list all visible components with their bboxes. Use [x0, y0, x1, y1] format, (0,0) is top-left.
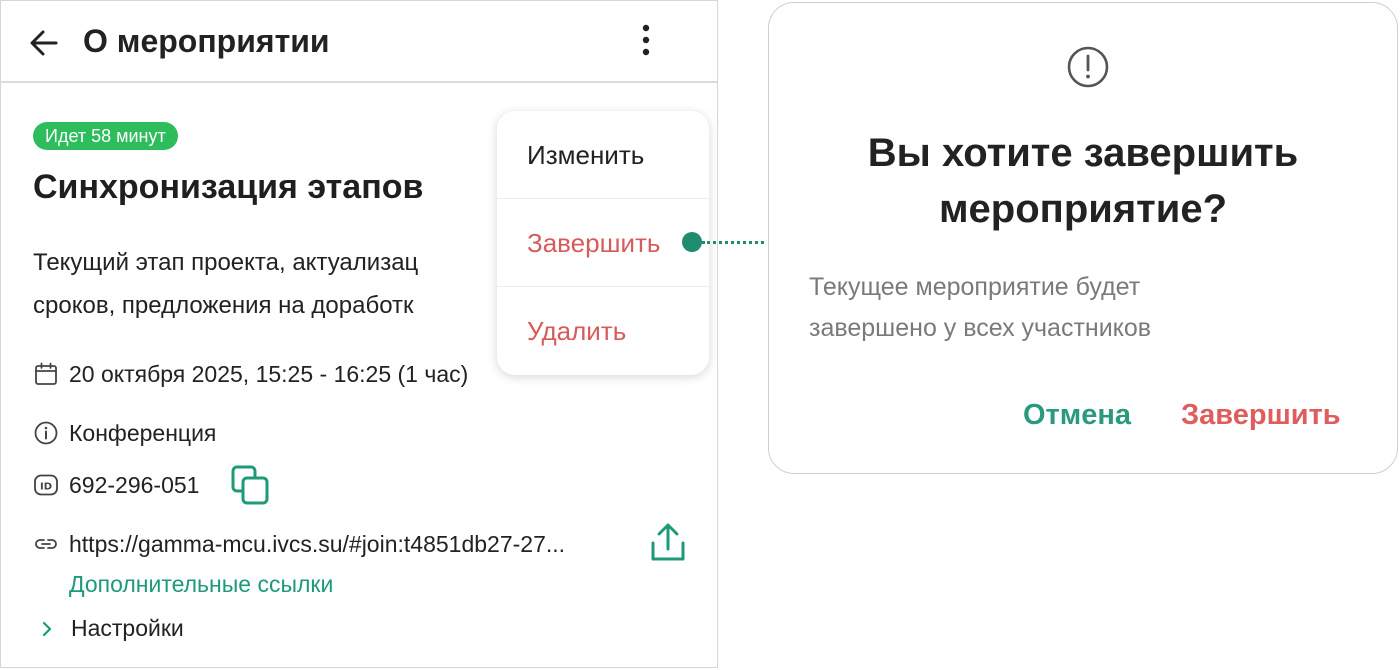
- alert-circle-icon: [1067, 46, 1109, 88]
- calendar-icon: [35, 362, 57, 385]
- dialog-message-line: Текущее мероприятие будет: [809, 273, 1141, 301]
- event-id-row: ID 692-296-051: [33, 469, 199, 501]
- menu-item-finish[interactable]: Завершить: [497, 199, 709, 287]
- context-menu: Изменить Завершить Удалить: [497, 111, 709, 375]
- more-vertical-icon: [642, 24, 650, 56]
- event-type-row: Конференция: [33, 417, 216, 449]
- svg-text:ID: ID: [40, 482, 52, 493]
- app-bar: О мероприятии: [1, 1, 717, 83]
- event-id: 692-296-051: [69, 471, 200, 498]
- more-options-button[interactable]: [631, 21, 661, 61]
- arrow-left-icon: [30, 30, 58, 56]
- settings-label: Настройки: [71, 615, 184, 641]
- event-type: Конференция: [69, 419, 217, 446]
- settings-expander[interactable]: Настройки: [35, 615, 184, 642]
- connector-dot: [682, 232, 702, 252]
- share-link-button[interactable]: [647, 521, 689, 565]
- link-icon: [35, 539, 57, 549]
- event-description-line: сроков, предложения на доработк: [33, 292, 414, 319]
- finish-confirm-dialog: Вы хотите завершить мероприятие? Текущее…: [768, 2, 1398, 474]
- event-details-screen: О мероприятии Идет 58 минут Синхронизаци…: [0, 0, 718, 668]
- id-icon: ID: [34, 474, 58, 496]
- menu-item-edit[interactable]: Изменить: [497, 111, 709, 199]
- event-link[interactable]: https://gamma-mcu.ivcs.su/#join:t4851db2…: [69, 531, 565, 558]
- event-date: 20 октября 2025, 15:25 - 16:25 (1 час): [69, 360, 469, 387]
- confirm-finish-button[interactable]: Завершить: [1181, 399, 1341, 432]
- event-title: Синхронизация этапов: [33, 168, 424, 206]
- cancel-button[interactable]: Отмена: [1023, 399, 1131, 432]
- share-icon: [651, 523, 685, 561]
- chevron-right-icon: [42, 621, 52, 636]
- status-badge: Идет 58 минут: [33, 122, 178, 150]
- additional-links-link[interactable]: Дополнительные ссылки: [69, 571, 333, 598]
- dialog-title-line: мероприятие?: [938, 187, 1228, 231]
- page-title: О мероприятии: [83, 23, 330, 59]
- back-button[interactable]: [25, 23, 65, 63]
- dialog-message: Текущее мероприятие будет завершено у вс…: [809, 267, 1369, 349]
- dialog-message-line: завершено у всех участников: [809, 314, 1152, 342]
- event-link-row: https://gamma-mcu.ivcs.su/#join:t4851db2…: [33, 528, 565, 560]
- event-description-line: Текущий этап проекта, актуализац: [33, 249, 419, 276]
- dialog-title: Вы хотите завершить мероприятие?: [769, 125, 1397, 237]
- copy-icon: [231, 465, 269, 505]
- event-date-row: 20 октября 2025, 15:25 - 16:25 (1 час): [33, 358, 468, 390]
- dialog-title-line: Вы хотите завершить: [867, 131, 1299, 175]
- menu-item-delete[interactable]: Удалить: [497, 287, 709, 375]
- event-description: Текущий этап проекта, актуализац сроков,…: [33, 241, 503, 331]
- info-icon: [34, 421, 58, 445]
- copy-id-button[interactable]: [229, 463, 273, 507]
- connector-line: [702, 241, 764, 244]
